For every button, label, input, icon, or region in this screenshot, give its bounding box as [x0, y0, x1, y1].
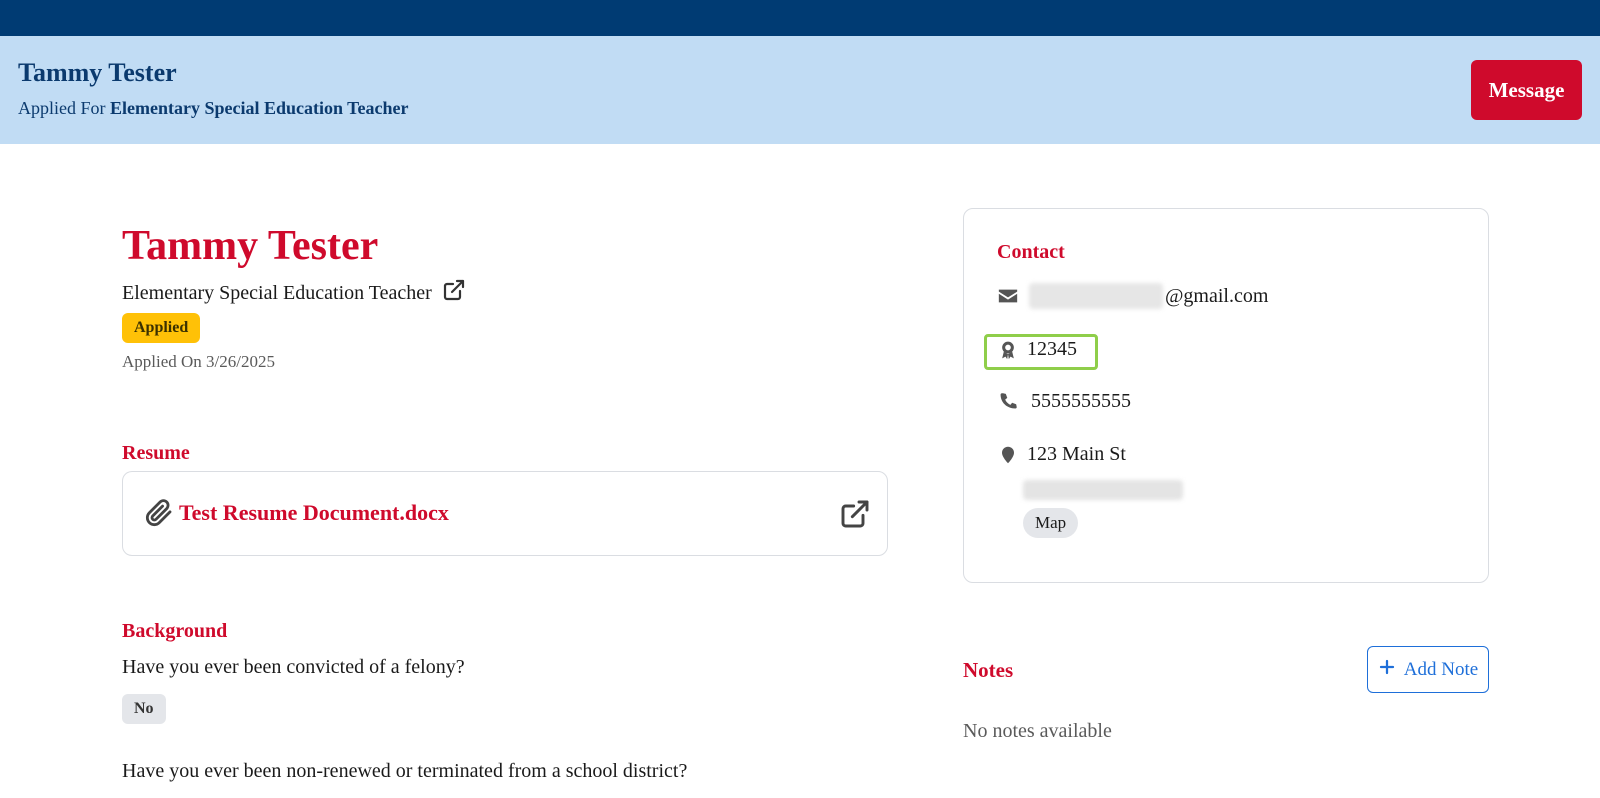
phone-icon	[997, 391, 1019, 413]
email-domain: @gmail.com	[1165, 284, 1269, 307]
certificate-number: 12345	[1027, 338, 1077, 360]
add-note-label: Add Note	[1403, 658, 1479, 680]
contact-card: Contact @gmail.com 12345 5555555555 123 …	[963, 208, 1489, 583]
background-question: Have you ever been convicted of a felony…	[122, 656, 465, 678]
add-note-button[interactable]: Add Note	[1367, 646, 1489, 693]
contact-phone-row: 5555555555	[997, 390, 1131, 413]
map-button[interactable]: Map	[1023, 508, 1079, 538]
resume-card[interactable]: Test Resume Document.docx	[122, 471, 888, 556]
resume-file-link[interactable]: Test Resume Document.docx	[179, 500, 449, 526]
header-applicant-name: Tammy Tester	[18, 58, 177, 87]
phone-number[interactable]: 5555555555	[1031, 390, 1131, 413]
background-section-title: Background	[122, 620, 228, 642]
contact-address-row: 123 Main St	[997, 443, 1126, 466]
notes-title: Notes	[963, 658, 1014, 682]
status-badge: Applied	[122, 313, 201, 343]
applied-for-prefix: Applied For	[18, 98, 110, 118]
applied-on-date: Applied On 3/26/2025	[122, 352, 275, 371]
address-line-2-redacted	[1023, 480, 1183, 500]
header-applied-for: Applied For Elementary Special Education…	[18, 98, 409, 119]
top-bar	[0, 0, 1600, 36]
plus-icon	[1378, 658, 1396, 682]
job-title: Elementary Special Education Teacher	[122, 281, 432, 304]
map-pin-icon	[997, 444, 1019, 466]
award-icon	[997, 339, 1019, 361]
address-line-1: 123 Main St	[1027, 443, 1126, 465]
contact-email-row: @gmail.com	[997, 283, 1268, 309]
job-title-line: Elementary Special Education Teacher	[122, 278, 466, 308]
contact-title: Contact	[997, 241, 1065, 263]
envelope-icon	[997, 285, 1019, 307]
email-redacted	[1029, 283, 1163, 309]
answer-badge: No	[122, 694, 166, 724]
applied-for-job: Elementary Special Education Teacher	[110, 98, 409, 118]
contact-certificate-row: 12345	[997, 338, 1077, 361]
paperclip-icon	[145, 499, 173, 527]
open-resume-external-icon[interactable]	[839, 498, 871, 530]
background-question: Have you ever been non-renewed or termin…	[122, 760, 688, 782]
external-link-icon[interactable]	[442, 278, 466, 308]
notes-empty-message: No notes available	[963, 720, 1112, 742]
resume-section-title: Resume	[122, 442, 190, 464]
message-button[interactable]: Message	[1471, 60, 1582, 120]
applicant-header: Tammy Tester Applied For Elementary Spec…	[0, 36, 1600, 144]
applicant-name: Tammy Tester	[122, 223, 379, 269]
